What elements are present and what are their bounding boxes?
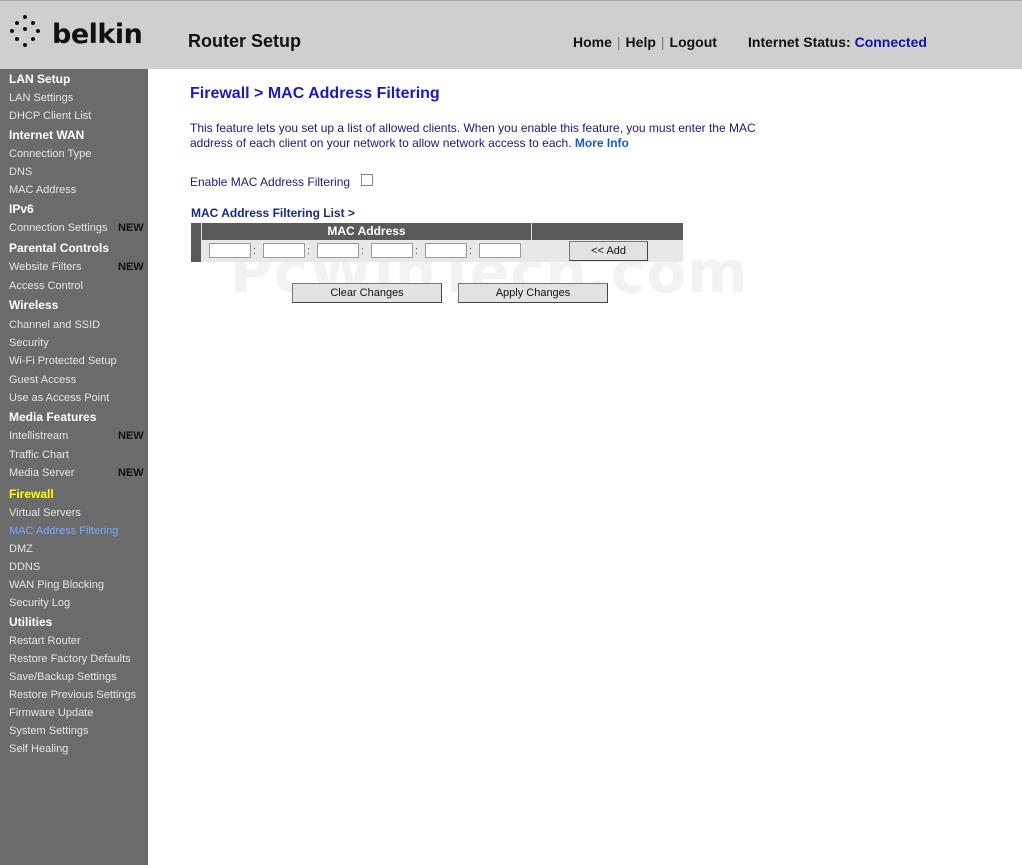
enable-mac-filtering-label: Enable MAC Address Filtering	[190, 175, 351, 189]
logout-link[interactable]: Logout	[670, 34, 717, 50]
app-title: Router Setup	[188, 31, 302, 51]
sidebar-item-system-settings[interactable]: System Settings	[9, 725, 88, 737]
header-bar: belkin Router Setup Home | Help | Logout Int…	[0, 0, 1022, 69]
mac-octet-4-input[interactable]	[371, 243, 413, 258]
sidebar-heading-internet-wan[interactable]: Internet WAN	[9, 128, 84, 142]
page-description: This feature lets you set up a list of a…	[190, 121, 790, 151]
mac-octet-2-input[interactable]	[263, 243, 305, 258]
sidebar: LAN Setup LAN Settings DHCP Client List …	[0, 69, 148, 865]
sidebar-item-virtual-servers[interactable]: Virtual Servers	[9, 507, 81, 519]
new-badge: NEW	[118, 467, 144, 479]
sidebar-item-access-point[interactable]: Use as Access Point	[9, 392, 109, 404]
mac-separator: :	[469, 245, 473, 257]
mac-table-row: : : : : : << Add	[191, 240, 683, 262]
sidebar-item-media-server[interactable]: Media Server	[9, 467, 74, 479]
sidebar-item-restore-factory-defaults[interactable]: Restore Factory Defaults	[9, 653, 131, 665]
sidebar-heading-media-features[interactable]: Media Features	[9, 410, 96, 424]
sidebar-item-wan-ping-blocking[interactable]: WAN Ping Blocking	[9, 579, 104, 591]
mac-octet-1-input[interactable]	[209, 243, 251, 258]
nav-separator: |	[660, 34, 665, 50]
sidebar-heading-lan-setup[interactable]: LAN Setup	[9, 72, 70, 86]
sidebar-item-guest-access[interactable]: Guest Access	[9, 374, 76, 386]
mac-table-header-spacer	[191, 223, 202, 240]
internet-status: Internet Status: Connected	[748, 34, 927, 50]
sidebar-item-channel-ssid[interactable]: Channel and SSID	[9, 319, 100, 331]
sidebar-item-restart-router[interactable]: Restart Router	[9, 635, 81, 647]
sidebar-item-connection-settings[interactable]: Connection Settings	[9, 222, 107, 234]
enable-mac-filtering-checkbox[interactable]	[361, 174, 373, 186]
mac-table-row-spacer	[191, 240, 201, 262]
sidebar-item-mac-address[interactable]: MAC Address	[9, 184, 76, 196]
belkin-logo[interactable]: belkin	[10, 15, 143, 55]
mac-table-header-label: MAC Address	[202, 223, 532, 240]
sidebar-heading-firewall[interactable]: Firewall	[9, 487, 54, 501]
nav-separator: |	[616, 34, 621, 50]
mac-separator: :	[361, 245, 365, 257]
new-badge: NEW	[118, 222, 144, 234]
internet-status-label: Internet Status:	[748, 34, 851, 50]
mac-separator: :	[307, 245, 311, 257]
sidebar-item-security-log[interactable]: Security Log	[9, 597, 70, 609]
internet-status-value: Connected	[854, 34, 927, 50]
sidebar-heading-parental-controls[interactable]: Parental Controls	[9, 241, 109, 255]
sidebar-item-traffic-chart[interactable]: Traffic Chart	[9, 449, 69, 461]
sidebar-item-self-healing[interactable]: Self Healing	[9, 743, 68, 755]
sidebar-item-intellistream[interactable]: Intellistream	[9, 430, 68, 442]
page-title: Firewall > MAC Address Filtering	[190, 85, 440, 102]
top-nav: Home | Help | Logout	[573, 34, 717, 50]
sidebar-item-save-backup-settings[interactable]: Save/Backup Settings	[9, 671, 117, 683]
sidebar-item-access-control[interactable]: Access Control	[9, 280, 83, 292]
sidebar-item-connection-type[interactable]: Connection Type	[9, 148, 91, 160]
brand-name: belkin	[52, 19, 143, 50]
mac-separator: :	[253, 245, 257, 257]
new-badge: NEW	[118, 430, 144, 442]
sidebar-item-mac-filtering[interactable]: MAC Address Filtering	[9, 525, 118, 537]
sidebar-item-dns[interactable]: DNS	[9, 166, 32, 178]
sidebar-item-wps[interactable]: Wi-Fi Protected Setup	[9, 355, 117, 367]
description-text: This feature lets you set up a list of a…	[190, 121, 756, 150]
clear-changes-button[interactable]: Clear Changes	[292, 283, 442, 303]
sidebar-item-restore-previous-settings[interactable]: Restore Previous Settings	[9, 689, 136, 701]
new-badge: NEW	[118, 261, 144, 273]
sidebar-item-ddns[interactable]: DDNS	[9, 561, 40, 573]
sidebar-item-firmware-update[interactable]: Firmware Update	[9, 707, 93, 719]
add-mac-button[interactable]: << Add	[569, 241, 648, 261]
mac-filtering-list-title: MAC Address Filtering List >	[191, 206, 355, 220]
mac-octet-5-input[interactable]	[425, 243, 467, 258]
mac-octet-3-input[interactable]	[317, 243, 359, 258]
sidebar-heading-utilities[interactable]: Utilities	[9, 615, 52, 629]
mac-octet-6-input[interactable]	[479, 243, 521, 258]
sidebar-heading-wireless[interactable]: Wireless	[9, 298, 58, 312]
apply-changes-button[interactable]: Apply Changes	[458, 283, 608, 303]
sidebar-item-dhcp-client-list[interactable]: DHCP Client List	[9, 110, 91, 122]
sidebar-item-website-filters[interactable]: Website Filters	[9, 261, 82, 273]
sidebar-item-security[interactable]: Security	[9, 337, 49, 349]
home-link[interactable]: Home	[573, 34, 612, 50]
more-info-link[interactable]: More Info	[575, 136, 629, 150]
mac-table-header: MAC Address	[191, 223, 683, 240]
sidebar-item-dmz[interactable]: DMZ	[9, 543, 33, 555]
help-link[interactable]: Help	[626, 34, 656, 50]
belkin-dots-icon	[10, 15, 44, 51]
sidebar-item-lan-settings[interactable]: LAN Settings	[9, 92, 73, 104]
mac-separator: :	[415, 245, 419, 257]
sidebar-heading-ipv6[interactable]: IPv6	[9, 202, 34, 216]
